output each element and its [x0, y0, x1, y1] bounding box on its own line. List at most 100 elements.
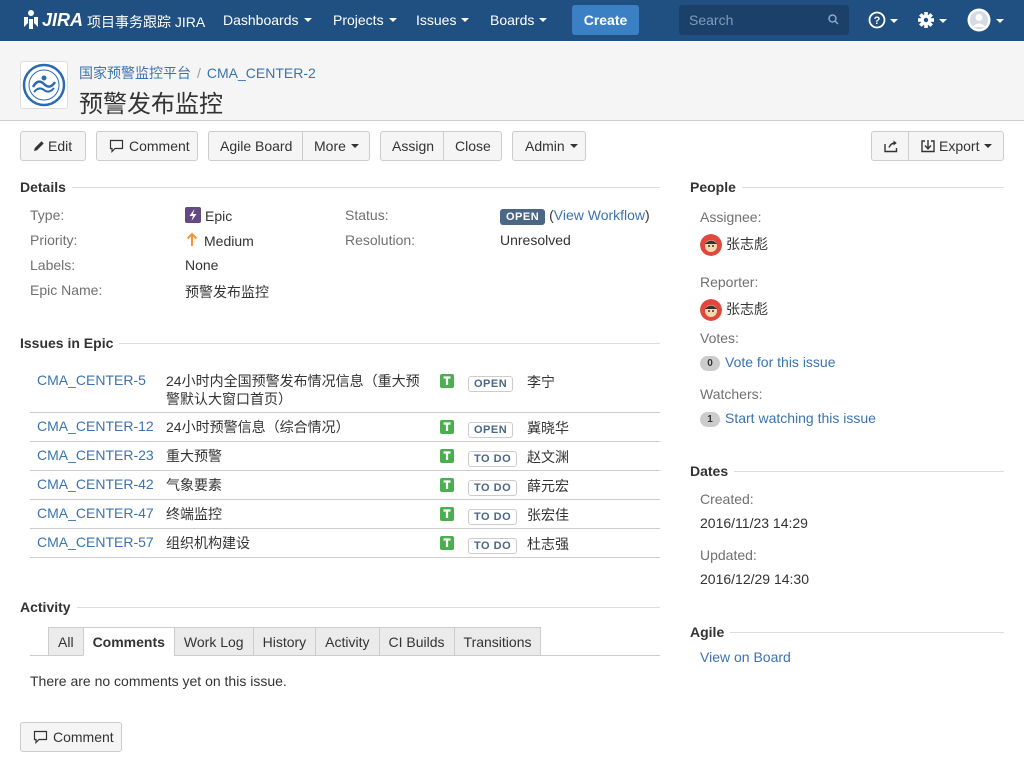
tab-history[interactable]: History [252, 627, 317, 656]
vote-for-issue-link[interactable]: Vote for this issue [725, 354, 836, 370]
type-label: Type: [30, 207, 65, 223]
admin-button[interactable]: Admin [512, 131, 586, 161]
tab-all[interactable]: All [48, 627, 84, 656]
nav-boards-label: Boards [490, 12, 535, 28]
start-watching-link[interactable]: Start watching this issue [725, 410, 876, 426]
help-menu[interactable]: ? [868, 10, 900, 33]
activity-tabs: All Comments Work Log History Activity C… [48, 627, 542, 656]
status-lozenge: OPEN [468, 420, 514, 438]
dates-heading[interactable]: Dates [690, 463, 735, 479]
view-workflow-paren-close: ) [645, 207, 650, 223]
chevron-down-icon [569, 144, 578, 149]
votes-count-badge: 0 [700, 355, 720, 371]
issue-key-link[interactable]: CMA_CENTER-12 [37, 418, 154, 434]
chevron-down-icon [539, 18, 548, 23]
breadcrumb-project-link[interactable]: 国家预警监控平台 [79, 65, 191, 81]
edit-button-label: Edit [48, 138, 73, 154]
reporter-name: 张志彪 [726, 301, 768, 317]
table-row[interactable]: CMA_CENTER-5 24小时内全国预警发布情况信息（重大预警默认大窗口首页）… [30, 367, 660, 413]
table-row[interactable]: CMA_CENTER-12 24小时预警信息（综合情况） OPEN 冀晓华 [30, 413, 660, 442]
breadcrumb-issue-key-link[interactable]: CMA_CENTER-2 [207, 65, 316, 81]
issue-summary-title[interactable]: 预警发布监控 [79, 84, 223, 119]
assignee-value[interactable]: 张志彪 [700, 234, 768, 257]
status-lozenge-text: OPEN [468, 376, 514, 392]
chevron-down-icon [303, 18, 312, 23]
priority-value-text: Medium [204, 233, 254, 249]
app-name[interactable]: 项目事务跟踪 JIRA [87, 12, 205, 32]
nav-boards[interactable]: Boards [490, 12, 548, 28]
priority-label: Priority: [30, 232, 78, 248]
issue-key-link[interactable]: CMA_CENTER-47 [37, 505, 154, 521]
watchers-value: 1 Start watching this issue [700, 410, 876, 427]
activity-heading[interactable]: Activity [20, 599, 77, 615]
agile-heading[interactable]: Agile [690, 624, 731, 640]
admin-settings-menu[interactable] [917, 10, 949, 33]
task-icon [440, 374, 454, 391]
tab-comments[interactable]: Comments [82, 627, 175, 656]
share-button[interactable] [871, 131, 909, 161]
task-icon [440, 536, 454, 553]
edit-button[interactable]: Edit [20, 131, 86, 161]
status-lozenge: OPEN [468, 374, 514, 392]
close-button[interactable]: Close [443, 131, 502, 161]
table-row[interactable]: CMA_CENTER-57 组织机构建设 TO DO 杜志强 [30, 529, 660, 558]
reporter-value[interactable]: 张志彪 [700, 299, 768, 322]
add-comment-button[interactable]: Comment [20, 722, 122, 752]
issue-key-link[interactable]: CMA_CENTER-5 [37, 372, 146, 388]
agile-more-button-group: Agile Board More [208, 131, 370, 161]
details-rule [20, 187, 660, 188]
people-heading[interactable]: People [690, 179, 742, 195]
search-input[interactable] [679, 5, 829, 35]
table-row[interactable]: CMA_CENTER-42 气象要素 TO DO 薛元宏 [30, 471, 660, 500]
user-profile-menu[interactable] [967, 8, 1007, 35]
table-row[interactable]: CMA_CENTER-47 终端监控 TO DO 张宏佳 [30, 500, 660, 529]
issue-assignee: 杜志强 [527, 536, 569, 552]
nav-dashboards[interactable]: Dashboards [223, 12, 312, 28]
chevron-down-icon [388, 18, 397, 23]
status-lozenge-text: OPEN [468, 422, 514, 438]
tab-ci-builds[interactable]: CI Builds [378, 627, 455, 656]
issue-assignee: 张宏佳 [527, 507, 569, 523]
breadcrumb-separator: / [197, 65, 201, 81]
tab-work-log[interactable]: Work Log [173, 627, 254, 656]
no-comments-message: There are no comments yet on this issue. [30, 673, 287, 689]
issues-in-epic-heading[interactable]: Issues in Epic [20, 335, 120, 351]
comment-button[interactable]: Comment [96, 131, 198, 161]
priority-value: Medium [185, 232, 254, 249]
nav-issues[interactable]: Issues [416, 12, 470, 28]
project-avatar[interactable] [20, 61, 68, 109]
nav-dashboards-label: Dashboards [223, 12, 299, 28]
agile-board-button[interactable]: Agile Board [208, 131, 303, 161]
top-navigation-bar: JIRA 项目事务跟踪 JIRA Dashboards Projects Iss… [0, 0, 1024, 41]
view-workflow-link[interactable]: View Workflow [554, 207, 645, 223]
epic-name-value[interactable]: 预警发布监控 [185, 282, 269, 302]
tab-activity[interactable]: Activity [315, 627, 380, 656]
issue-key-link[interactable]: CMA_CENTER-57 [37, 534, 154, 550]
details-heading[interactable]: Details [20, 179, 72, 195]
table-row[interactable]: CMA_CENTER-23 重大预警 TO DO 赵文渊 [30, 442, 660, 471]
search-icon[interactable] [828, 14, 839, 25]
issue-key-link[interactable]: CMA_CENTER-23 [37, 447, 154, 463]
jira-logo[interactable]: JIRA [22, 9, 83, 31]
status-lozenge-text: TO DO [468, 538, 518, 554]
view-on-board-link[interactable]: View on Board [700, 649, 791, 665]
priority-medium-arrow-icon [186, 232, 198, 246]
issue-summary: 24小时预警信息（综合情况） [166, 419, 350, 435]
assignee-name: 张志彪 [726, 236, 768, 252]
more-button[interactable]: More [302, 131, 370, 161]
issue-key-link[interactable]: CMA_CENTER-42 [37, 476, 154, 492]
issue-summary: 重大预警 [166, 448, 222, 464]
nav-projects[interactable]: Projects [333, 12, 397, 28]
tab-transitions[interactable]: Transitions [453, 627, 542, 656]
assign-button[interactable]: Assign [380, 131, 444, 161]
type-value-text: Epic [205, 208, 233, 224]
updated-label: Updated: [700, 547, 757, 563]
resolution-value: Unresolved [500, 232, 571, 248]
pencil-icon [34, 141, 44, 151]
help-icon: ? [868, 11, 898, 29]
votes-value: 0 Vote for this issue [700, 354, 836, 371]
status-lozenge: TO DO [468, 478, 518, 496]
export-button[interactable]: Export [908, 131, 1004, 161]
create-button[interactable]: Create [572, 5, 639, 35]
issue-assignee: 赵文渊 [527, 449, 569, 465]
